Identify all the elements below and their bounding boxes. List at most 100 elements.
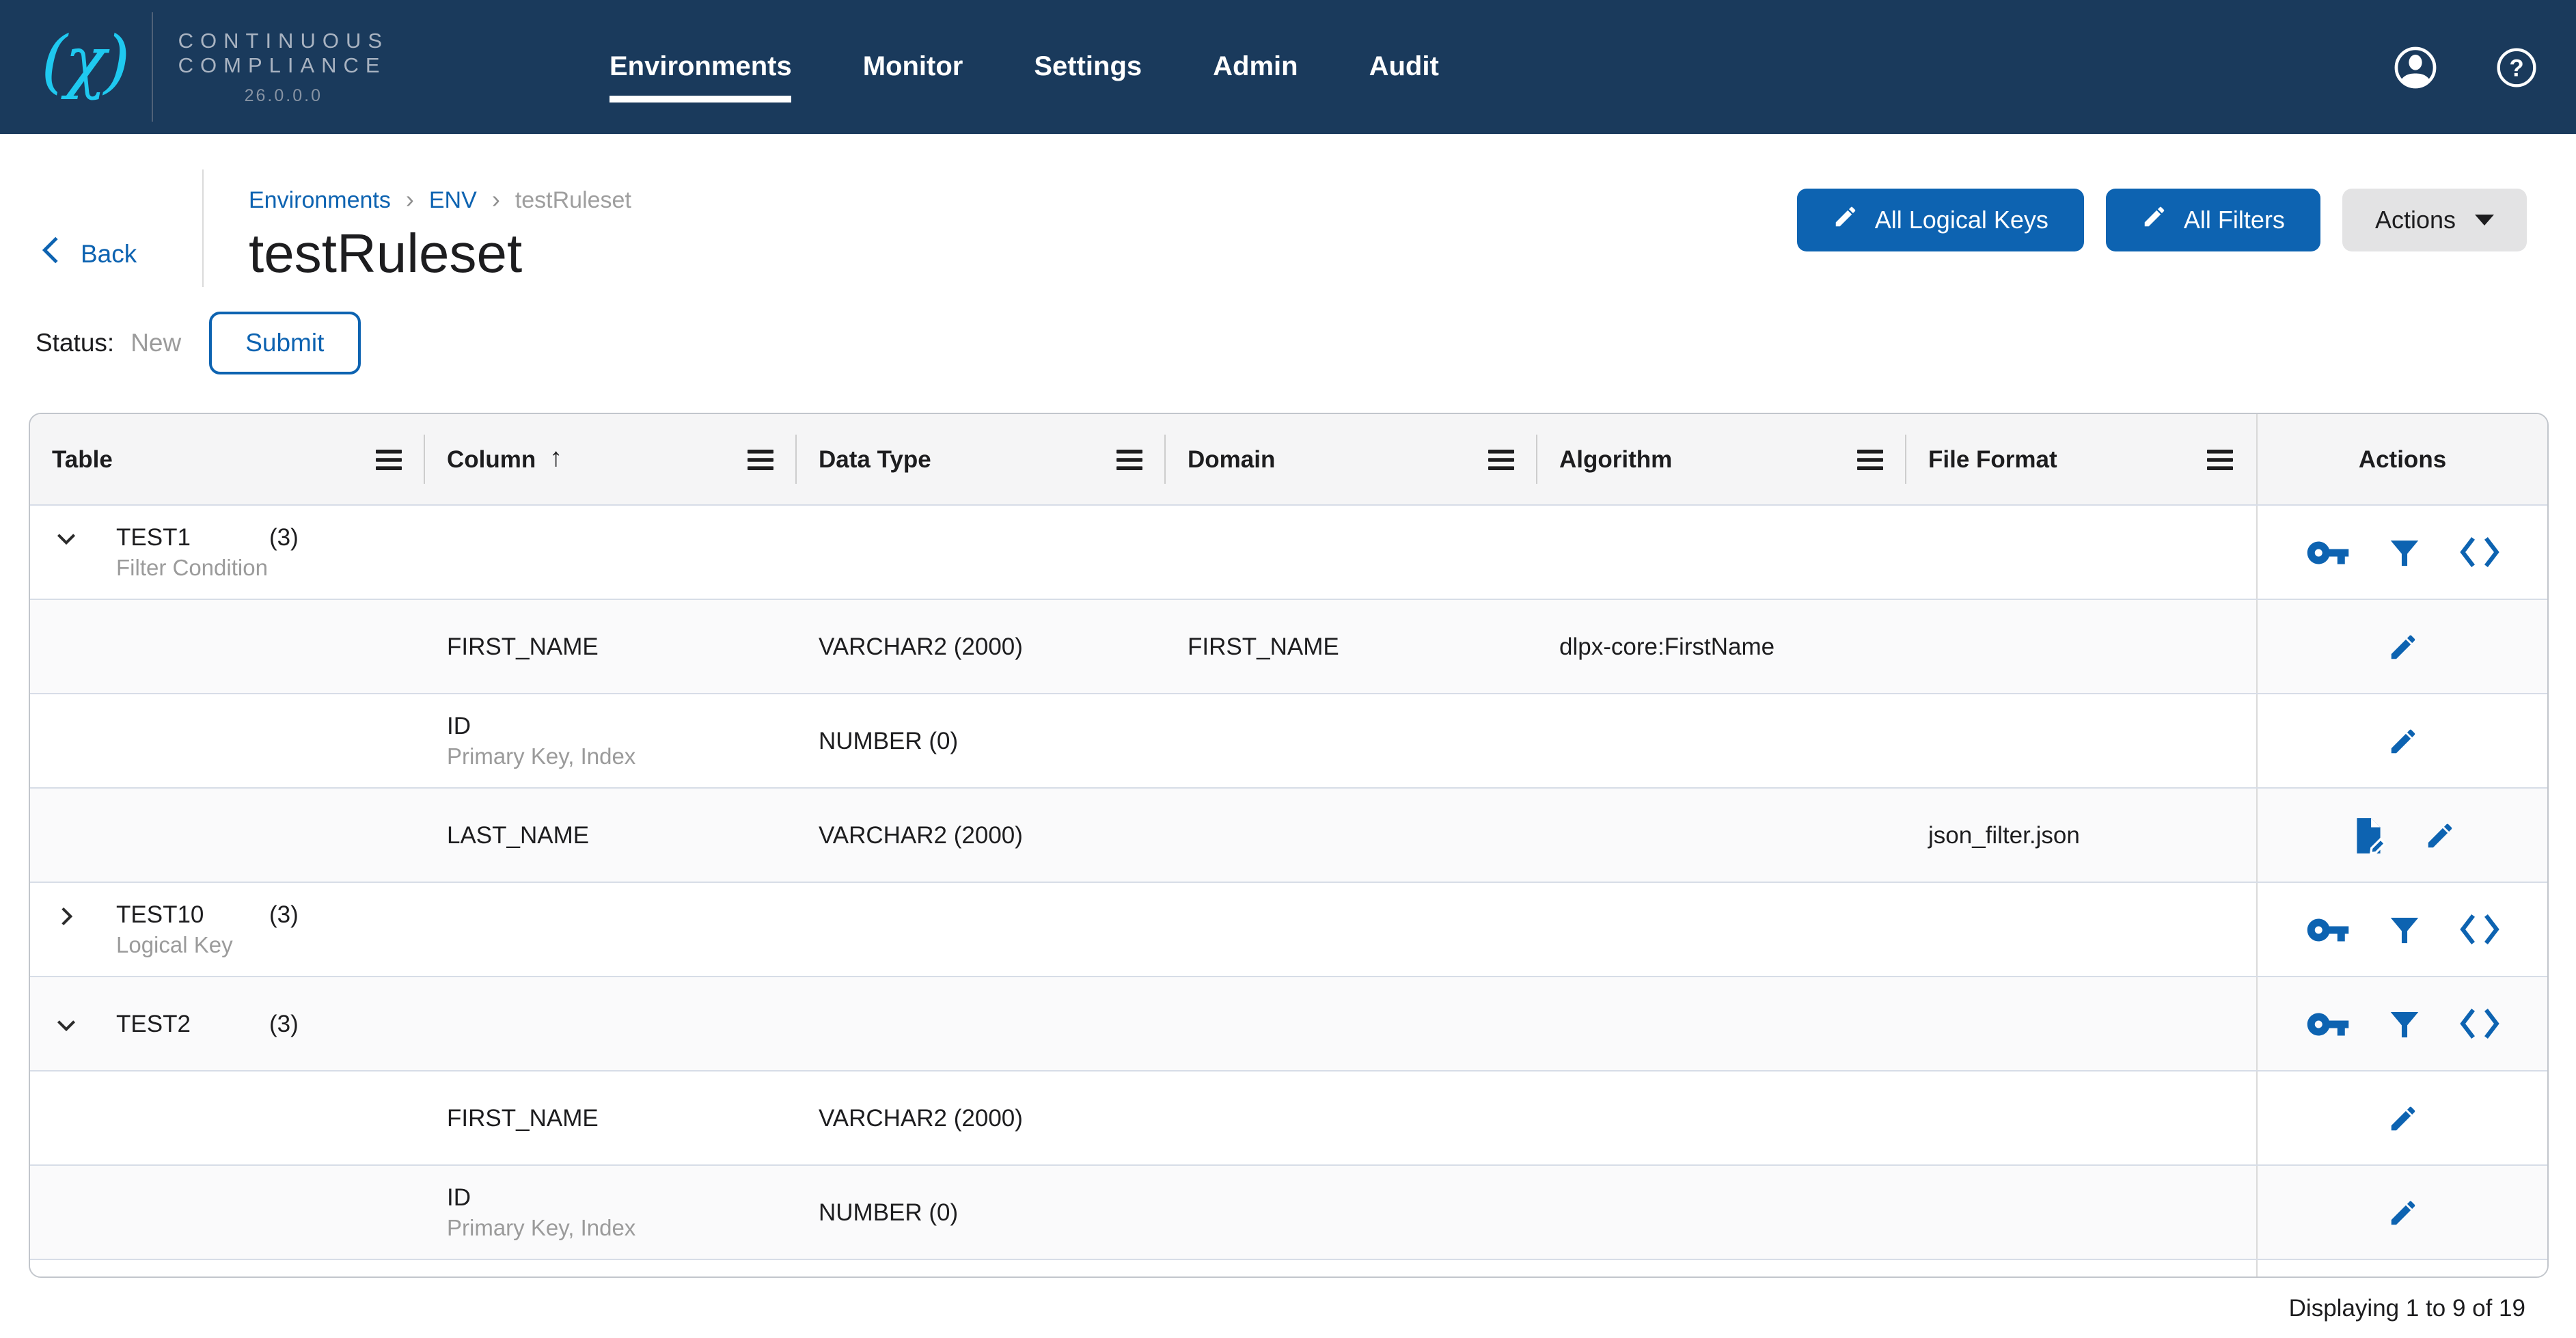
cell-file-format (1906, 600, 2256, 693)
cell-domain (1166, 883, 1537, 976)
table-name: TEST2 (3) (116, 1008, 299, 1039)
column-header-actions[interactable]: Actions (2256, 414, 2547, 504)
all-filters-label: All Filters (2183, 206, 2285, 233)
table-row: TEST1 (3) Filter Condition (30, 504, 2547, 599)
breadcrumb-environments[interactable]: Environments (249, 187, 391, 214)
column-header-algorithm[interactable]: Algorithm (1537, 414, 1906, 504)
back-button[interactable]: Back (38, 235, 137, 272)
filter-icon[interactable] (2385, 534, 2422, 571)
key-icon[interactable] (2305, 907, 2350, 952)
cell-actions (2256, 1260, 2547, 1276)
edit-icon (1833, 204, 1859, 236)
chevron-down-icon[interactable] (53, 525, 79, 551)
cell-file-format: json_filter.json (1928, 821, 2080, 848)
cell-table (30, 789, 425, 882)
chevron-down-icon[interactable] (53, 1012, 79, 1038)
table-name-label: TEST10 (116, 900, 204, 927)
cell-data-type: VARCHAR2 (2000) (819, 632, 1023, 659)
table-group-text: TEST1 (3) Filter Condition (116, 521, 299, 583)
key-icon[interactable] (2305, 1001, 2350, 1046)
app: (χ) CONTINUOUS COMPLIANCE 26.0.0.0 Envir… (0, 0, 2576, 1338)
table-column-count: (3) (269, 523, 299, 550)
product-name-line2: COMPLIANCE (178, 55, 387, 78)
column-header-data-type[interactable]: Data Type (797, 414, 1166, 504)
code-icon[interactable] (2458, 912, 2500, 947)
cell-table (30, 1166, 425, 1259)
chevron-right-icon[interactable] (53, 903, 79, 929)
cell-data-type: VARCHAR2 (2000) (819, 821, 1023, 848)
chevron-left-icon (38, 235, 61, 272)
table-sublabel: Logical Key (116, 933, 233, 957)
top-bar: (χ) CONTINUOUS COMPLIANCE 26.0.0.0 Envir… (0, 0, 2576, 134)
column-header-file-format[interactable]: File Format (1906, 414, 2256, 504)
table-row: ID Primary Key, Index NUMBER (0) (30, 693, 2547, 787)
cell-data-type (797, 977, 1166, 1070)
cell-data-type: NUMBER (0) (819, 1198, 959, 1225)
edit-icon[interactable] (2387, 631, 2418, 662)
cell-file-format (1906, 694, 2256, 787)
cell-actions (2256, 506, 2547, 599)
column-menu-icon[interactable] (2206, 448, 2234, 471)
filter-icon[interactable] (2385, 1005, 2422, 1042)
cell-column: FIRST_NAME (425, 1071, 797, 1164)
cell-column (425, 883, 797, 976)
user-icon[interactable] (2393, 44, 2438, 90)
column-header-table[interactable]: Table (30, 414, 425, 504)
edit-icon[interactable] (2387, 1102, 2418, 1134)
actions-dropdown-button[interactable]: Actions (2342, 189, 2527, 251)
cell-column (425, 1260, 797, 1276)
file-edit-icon[interactable] (2349, 815, 2389, 855)
column-sublabel: Primary Key, Index (447, 1216, 636, 1240)
delphix-logo-icon: (χ) (41, 22, 131, 101)
status-badge: New (131, 328, 182, 357)
cell-algorithm (1537, 506, 1906, 599)
table-row: ID Primary Key, Index NUMBER (0) (30, 1164, 2547, 1259)
column-menu-icon[interactable] (1856, 448, 1885, 471)
column-name: LAST_NAME (447, 821, 590, 848)
column-menu-icon[interactable] (1115, 448, 1144, 471)
main-nav: Environments Monitor Settings Admin Audit (609, 0, 1439, 134)
submit-button[interactable]: Submit (208, 312, 361, 374)
toolbar: All Logical Keys All Filters Actions (1796, 189, 2527, 251)
all-filters-button[interactable]: All Filters (2105, 189, 2320, 251)
nav-item-audit[interactable]: Audit (1369, 51, 1439, 83)
nav-item-monitor[interactable]: Monitor (863, 51, 963, 83)
column-menu-icon[interactable] (374, 448, 403, 471)
table-name-label: TEST1 (116, 523, 191, 550)
column-header-label: Data Type (819, 445, 931, 472)
sort-asc-icon[interactable]: ↑ (549, 444, 562, 474)
cell-table (30, 1260, 425, 1276)
code-icon[interactable] (2458, 1006, 2500, 1041)
column-header-label: Column (447, 445, 536, 472)
cell-data-type (797, 1260, 1166, 1276)
edit-icon[interactable] (2387, 725, 2418, 756)
cell-data-type (797, 506, 1166, 599)
table-group: TEST1 (3) Filter Condition (53, 521, 299, 583)
all-logical-keys-button[interactable]: All Logical Keys (1796, 189, 2084, 251)
code-icon[interactable] (2458, 534, 2500, 570)
filter-icon[interactable] (2385, 911, 2422, 948)
cell-table: TEST2 (3) (30, 977, 425, 1070)
nav-item-settings[interactable]: Settings (1034, 51, 1142, 83)
key-icon[interactable] (2305, 530, 2350, 575)
table-name: TEST10 (3) (116, 899, 299, 930)
cell-domain (1166, 1071, 1537, 1164)
column-menu-icon[interactable] (1487, 448, 1516, 471)
help-icon[interactable]: ? (2495, 46, 2538, 88)
column-cell-text: FIRST_NAME (447, 1102, 599, 1134)
column-header-column[interactable]: Column ↑ (425, 414, 797, 504)
edit-icon[interactable] (2387, 1197, 2418, 1228)
nav-item-admin[interactable]: Admin (1213, 51, 1298, 83)
cell-domain (1166, 789, 1537, 882)
edit-icon[interactable] (2424, 819, 2456, 851)
column-header-label: Domain (1188, 445, 1276, 472)
cell-domain (1166, 694, 1537, 787)
column-menu-icon[interactable] (746, 448, 775, 471)
breadcrumb-testruleset: testRuleset (515, 187, 631, 213)
breadcrumb-env[interactable]: ENV (429, 187, 477, 214)
cell-algorithm (1537, 789, 1906, 882)
cell-table: TEST1 (3) Filter Condition (30, 506, 425, 599)
nav-item-environments[interactable]: Environments (609, 51, 793, 102)
column-header-domain[interactable]: Domain (1166, 414, 1537, 504)
pagination-status: Displaying 1 to 9 of 19 (2288, 1294, 2525, 1322)
